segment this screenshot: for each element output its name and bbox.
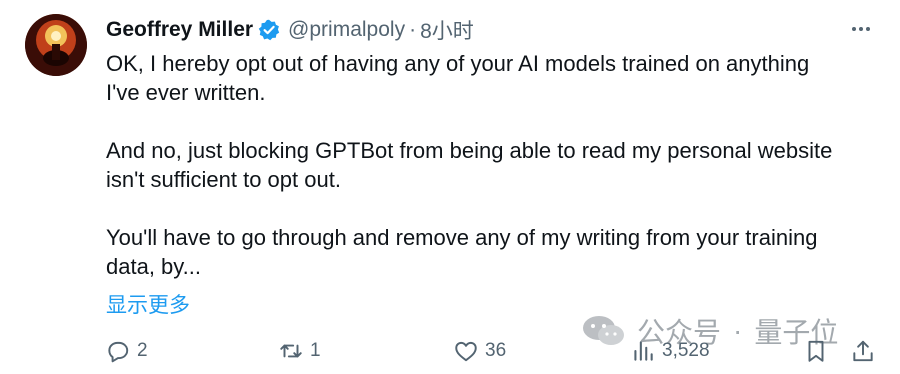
reply-button[interactable]: 2 — [105, 334, 148, 368]
tweet-time[interactable]: 8小时 — [420, 15, 474, 45]
bookmark-icon — [808, 340, 824, 362]
more-options-button[interactable] — [848, 16, 874, 42]
repost-count: 1 — [310, 340, 321, 361]
share-icon — [853, 340, 873, 362]
views-chart-icon — [634, 341, 653, 361]
avatar-image — [25, 14, 87, 76]
more-horizontal-icon — [852, 27, 870, 31]
tweet: Geoffrey Miller @primalpoly · 8小时 OK, I … — [0, 0, 900, 374]
author-handle[interactable]: @primalpoly — [288, 18, 405, 42]
avatar[interactable] — [25, 14, 87, 76]
tweet-header: Geoffrey Miller @primalpoly · 8小时 — [106, 16, 474, 44]
header-separator: · — [409, 18, 417, 41]
views-button[interactable]: 3,528 — [630, 334, 710, 368]
verified-badge-icon — [258, 19, 280, 41]
views-count: 3,528 — [662, 340, 710, 361]
bookmark-button[interactable] — [803, 334, 829, 368]
reply-icon — [108, 341, 129, 363]
tweet-paragraph: You'll have to go through and remove any… — [106, 225, 818, 279]
repost-button[interactable]: 1 — [278, 334, 321, 368]
share-button[interactable] — [850, 334, 876, 368]
tweet-text: OK, I hereby opt out of having any of yo… — [106, 49, 876, 281]
reply-count: 2 — [137, 340, 148, 361]
like-button[interactable]: 36 — [453, 334, 506, 368]
like-count: 36 — [485, 340, 507, 361]
repost-icon — [280, 344, 302, 358]
show-more-link[interactable]: 显示更多 — [106, 289, 190, 319]
tweet-paragraph: And no, just blocking GPTBot from being … — [106, 138, 833, 192]
author-name[interactable]: Geoffrey Miller — [106, 18, 253, 42]
action-bar: 2 1 36 3,528 — [0, 334, 900, 368]
tweet-paragraph: OK, I hereby opt out of having any of yo… — [106, 51, 810, 105]
heart-icon — [455, 341, 477, 362]
